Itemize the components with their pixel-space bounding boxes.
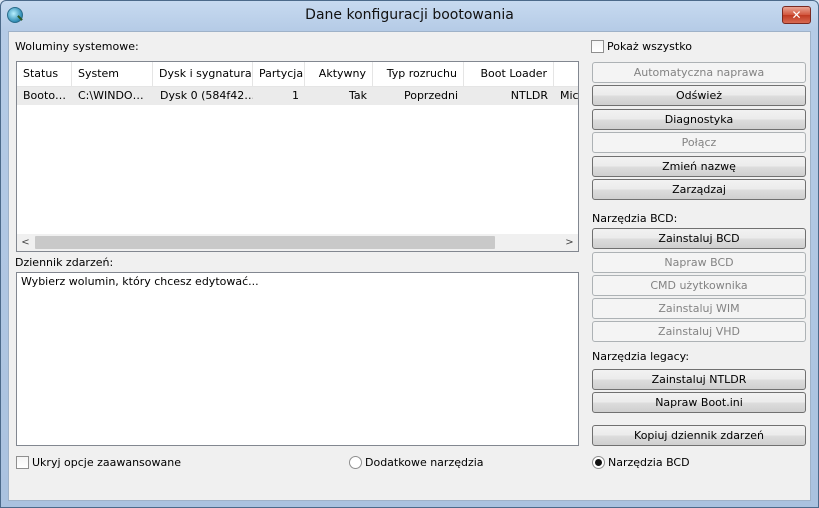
- scroll-left-icon[interactable]: <: [17, 234, 34, 251]
- copy-log-button[interactable]: Kopiuj dziennik zdarzeń: [592, 425, 806, 446]
- show-all-checkbox[interactable]: [591, 40, 604, 53]
- show-all-label[interactable]: Pokaż wszystko: [607, 40, 692, 53]
- bcd-tools-radio[interactable]: [592, 456, 605, 469]
- window-title: Dane konfiguracji bootowania: [305, 7, 514, 23]
- hide-advanced-checkbox[interactable]: [16, 456, 29, 469]
- title-bar: Dane konfiguracji bootowania ✕: [1, 1, 818, 31]
- volumes-list[interactable]: Status System Dysk i sygnatura Partycja …: [16, 61, 579, 252]
- extra-tools-label[interactable]: Dodatkowe narzędzia: [365, 456, 484, 469]
- volumes-list-header: Status System Dysk i sygnatura Partycja …: [17, 62, 578, 87]
- cell-status: Booto…: [23, 89, 67, 102]
- install-vhd-button[interactable]: Zainstaluj VHD: [592, 321, 806, 342]
- hide-advanced-label[interactable]: Ukryj opcje zaawansowane: [32, 456, 181, 469]
- column-boot-type[interactable]: Typ rozruchu: [373, 62, 464, 86]
- column-partition[interactable]: Partycja: [253, 62, 305, 86]
- repair-bootini-button[interactable]: Napraw Boot.ini: [592, 392, 806, 413]
- bcd-tools-radio-label[interactable]: Narzędzia BCD: [608, 456, 690, 469]
- user-cmd-button[interactable]: CMD użytkownika: [592, 275, 806, 296]
- scroll-right-icon[interactable]: >: [561, 234, 578, 251]
- cell-disk: Dysk 0 (584f42…: [160, 89, 253, 102]
- cell-extra: Mic: [560, 89, 579, 102]
- main-window: Dane konfiguracji bootowania ✕ Woluminy …: [0, 0, 819, 508]
- cell-boot-type: Poprzedni: [403, 89, 458, 102]
- column-status[interactable]: Status: [17, 62, 72, 86]
- volume-row[interactable]: Booto… C:\WINDO… Dysk 0 (584f42… 1 Tak P…: [17, 87, 579, 105]
- client-area: Woluminy systemowe: Status System Dysk i…: [8, 31, 811, 501]
- install-ntldr-button[interactable]: Zainstaluj NTLDR: [592, 369, 806, 390]
- install-bcd-button[interactable]: Zainstaluj BCD: [592, 228, 806, 249]
- repair-bcd-button[interactable]: Napraw BCD: [592, 252, 806, 273]
- scroll-thumb[interactable]: [35, 236, 495, 249]
- refresh-button[interactable]: Odśwież: [592, 85, 806, 106]
- cell-boot-loader: NTLDR: [510, 89, 548, 102]
- legacy-tools-label: Narzędzia legacy:: [592, 350, 690, 363]
- column-system[interactable]: System: [72, 62, 153, 86]
- cell-active: Tak: [348, 89, 367, 102]
- cell-partition: 1: [292, 89, 299, 102]
- connect-button[interactable]: Połącz: [592, 132, 806, 153]
- close-button[interactable]: ✕: [782, 6, 811, 24]
- diagnostics-button[interactable]: Diagnostyka: [592, 109, 806, 130]
- cell-system: C:\WINDO…: [78, 89, 144, 102]
- rename-button[interactable]: Zmień nazwę: [592, 156, 806, 177]
- extra-tools-radio[interactable]: [349, 456, 362, 469]
- bcd-tools-label: Narzędzia BCD:: [592, 212, 678, 225]
- column-active[interactable]: Aktywny: [305, 62, 373, 86]
- volumes-label: Woluminy systemowe:: [15, 40, 139, 53]
- volumes-hscrollbar[interactable]: < >: [17, 234, 578, 251]
- column-disk[interactable]: Dysk i sygnatura: [153, 62, 253, 86]
- manage-button[interactable]: Zarządzaj: [592, 179, 806, 200]
- column-boot-loader[interactable]: Boot Loader: [464, 62, 554, 86]
- install-wim-button[interactable]: Zainstaluj WIM: [592, 298, 806, 319]
- log-label: Dziennik zdarzeń:: [15, 256, 114, 269]
- event-log[interactable]: Wybierz wolumin, który chcesz edytować..…: [16, 272, 579, 446]
- auto-repair-button[interactable]: Automatyczna naprawa: [592, 62, 806, 83]
